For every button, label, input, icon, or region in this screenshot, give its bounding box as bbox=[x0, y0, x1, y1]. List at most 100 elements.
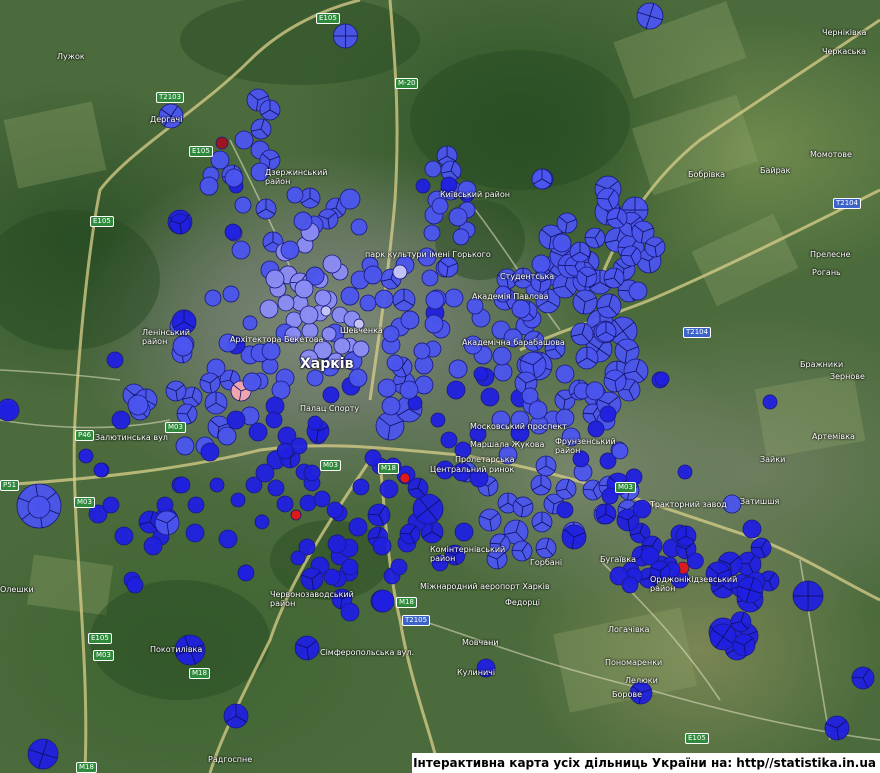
polling-station-marker[interactable] bbox=[512, 496, 534, 518]
polling-station-marker[interactable] bbox=[421, 269, 439, 287]
polling-station-marker[interactable] bbox=[165, 380, 187, 402]
polling-station-marker[interactable] bbox=[250, 118, 272, 140]
polling-station-marker[interactable] bbox=[595, 321, 617, 343]
polling-station-marker[interactable] bbox=[528, 400, 548, 420]
polling-station-marker[interactable] bbox=[173, 476, 191, 494]
polling-station-marker[interactable] bbox=[0, 398, 20, 422]
polling-station-marker[interactable] bbox=[143, 536, 163, 556]
polling-station-marker[interactable] bbox=[199, 176, 219, 196]
polling-station-marker[interactable] bbox=[333, 337, 351, 355]
polling-station-marker[interactable] bbox=[381, 396, 401, 416]
polling-station-marker[interactable] bbox=[371, 589, 395, 613]
polling-station-marker[interactable] bbox=[290, 509, 302, 521]
polling-station-marker[interactable] bbox=[424, 160, 442, 178]
polling-station-marker[interactable] bbox=[750, 537, 772, 559]
polling-station-marker[interactable] bbox=[313, 490, 331, 508]
polling-station-marker[interactable] bbox=[628, 281, 648, 301]
polling-station-marker[interactable] bbox=[535, 455, 557, 477]
polling-station-marker[interactable] bbox=[187, 496, 205, 514]
polling-station-marker[interactable] bbox=[677, 464, 693, 480]
polling-station-marker[interactable] bbox=[587, 420, 605, 438]
polling-station-marker[interactable] bbox=[372, 536, 392, 556]
polling-station-marker[interactable] bbox=[277, 294, 295, 312]
polling-station-marker[interactable] bbox=[448, 207, 468, 227]
polling-station-marker[interactable] bbox=[603, 267, 625, 289]
polling-station-marker[interactable] bbox=[154, 510, 180, 536]
polling-station-marker[interactable] bbox=[556, 501, 574, 519]
polling-station-marker[interactable] bbox=[359, 294, 377, 312]
polling-station-marker[interactable] bbox=[218, 529, 238, 549]
polling-station-marker[interactable] bbox=[531, 511, 553, 533]
polling-station-marker[interactable] bbox=[561, 524, 587, 550]
polling-station-marker[interactable] bbox=[127, 394, 149, 416]
polling-station-marker[interactable] bbox=[603, 369, 627, 393]
polling-station-marker[interactable] bbox=[267, 479, 285, 497]
polling-station-marker[interactable] bbox=[480, 387, 500, 407]
polling-station-marker[interactable] bbox=[654, 371, 670, 387]
polling-station-marker[interactable] bbox=[448, 359, 468, 379]
polling-station-marker[interactable] bbox=[265, 411, 283, 429]
polling-station-marker[interactable] bbox=[327, 534, 347, 554]
polling-station-marker[interactable] bbox=[352, 478, 370, 496]
polling-station-marker[interactable] bbox=[555, 364, 575, 384]
polling-station-marker[interactable] bbox=[326, 501, 344, 519]
polling-station-marker[interactable] bbox=[585, 381, 605, 401]
polling-station-marker[interactable] bbox=[223, 703, 249, 729]
polling-station-marker[interactable] bbox=[126, 576, 144, 594]
polling-station-marker[interactable] bbox=[78, 448, 94, 464]
polling-station-marker[interactable] bbox=[299, 305, 319, 325]
polling-station-marker[interactable] bbox=[323, 568, 341, 586]
polling-station-marker[interactable] bbox=[248, 422, 268, 442]
polling-station-marker[interactable] bbox=[215, 136, 229, 150]
polling-station-marker[interactable] bbox=[392, 264, 408, 280]
polling-station-marker[interactable] bbox=[572, 289, 598, 315]
polling-station-marker[interactable] bbox=[407, 477, 429, 499]
polling-station-marker[interactable] bbox=[511, 299, 531, 319]
polling-station-marker[interactable] bbox=[242, 372, 262, 392]
polling-station-marker[interactable] bbox=[255, 463, 275, 483]
polling-station-marker[interactable] bbox=[431, 197, 449, 215]
polling-station-marker[interactable] bbox=[204, 391, 228, 415]
polling-station-marker[interactable] bbox=[686, 552, 704, 570]
polling-station-marker[interactable] bbox=[352, 340, 370, 358]
polling-station-marker[interactable] bbox=[200, 442, 220, 462]
polling-station-marker[interactable] bbox=[492, 346, 512, 366]
polling-station-marker[interactable] bbox=[210, 150, 230, 170]
polling-station-marker[interactable] bbox=[386, 354, 404, 372]
polling-station-marker[interactable] bbox=[379, 479, 399, 499]
polling-station-marker[interactable] bbox=[276, 442, 294, 460]
polling-station-marker[interactable] bbox=[114, 526, 134, 546]
polling-station-marker[interactable] bbox=[552, 233, 572, 253]
polling-station-marker[interactable] bbox=[340, 602, 360, 622]
polling-station-marker[interactable] bbox=[415, 178, 431, 194]
polling-station-marker[interactable] bbox=[575, 346, 599, 370]
polling-station-marker[interactable] bbox=[224, 223, 242, 241]
polling-station-marker[interactable] bbox=[730, 611, 752, 633]
polling-station-marker[interactable] bbox=[742, 519, 762, 539]
polling-station-marker[interactable] bbox=[437, 256, 459, 278]
polling-station-marker[interactable] bbox=[399, 472, 411, 484]
polling-station-marker[interactable] bbox=[111, 410, 131, 430]
polling-station-marker[interactable] bbox=[569, 241, 591, 263]
polling-station-marker[interactable] bbox=[230, 492, 246, 508]
polling-station-marker[interactable] bbox=[636, 2, 664, 30]
polling-station-marker[interactable] bbox=[271, 380, 291, 400]
polling-station-marker[interactable] bbox=[367, 503, 391, 527]
polling-station-marker[interactable] bbox=[299, 187, 321, 209]
polling-station-marker[interactable] bbox=[290, 437, 308, 455]
polling-station-marker[interactable] bbox=[555, 478, 577, 500]
polling-station-marker[interactable] bbox=[255, 198, 277, 220]
polling-station-marker[interactable] bbox=[606, 207, 628, 229]
polling-station-marker[interactable] bbox=[259, 99, 281, 121]
polling-station-marker[interactable] bbox=[217, 426, 237, 446]
polling-station-marker[interactable] bbox=[222, 285, 240, 303]
polling-station-marker[interactable] bbox=[321, 326, 337, 342]
polling-station-marker[interactable] bbox=[27, 495, 51, 519]
polling-station-marker[interactable] bbox=[736, 576, 764, 604]
polling-station-marker[interactable] bbox=[340, 286, 360, 306]
polling-station-marker[interactable] bbox=[306, 369, 324, 387]
polling-station-marker[interactable] bbox=[199, 372, 221, 394]
polling-station-marker[interactable] bbox=[226, 410, 246, 430]
polling-station-marker[interactable] bbox=[599, 405, 617, 423]
polling-station-marker[interactable] bbox=[261, 341, 281, 361]
